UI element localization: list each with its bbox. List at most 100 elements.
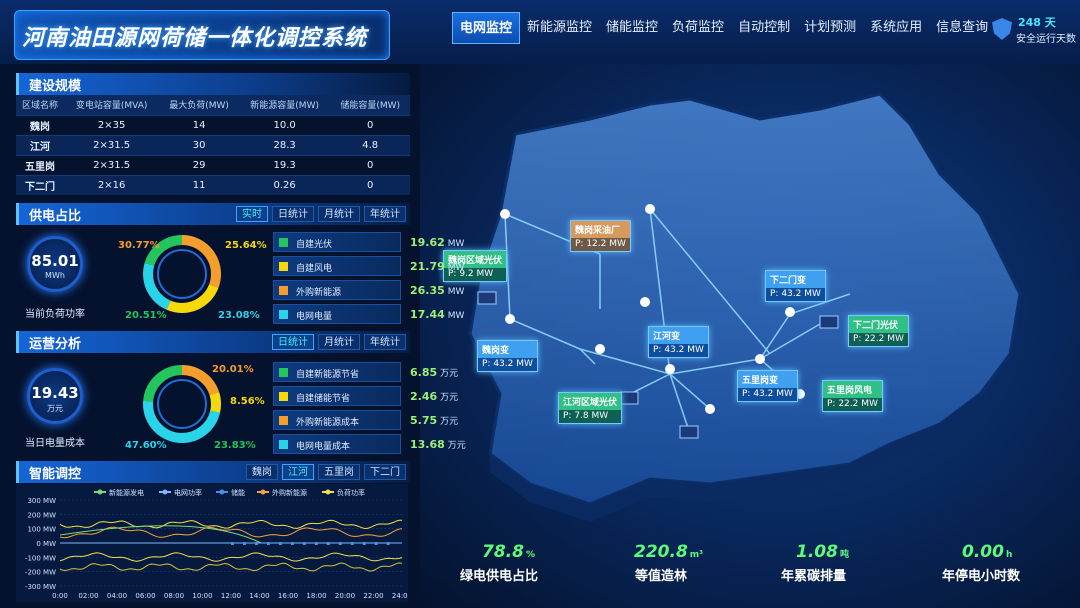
ops-title: 运营分析 bbox=[29, 337, 82, 352]
substation-icon bbox=[645, 204, 655, 214]
nav-new-energy[interactable]: 新能源监控 bbox=[520, 12, 599, 44]
tab-day[interactable]: 日统计 bbox=[272, 334, 314, 350]
map-label-weigang-oilfield[interactable]: 魏岗采油厂 P: 12.2 MW bbox=[570, 220, 631, 252]
legend-swatch bbox=[279, 310, 288, 319]
supply-title: 供电占比 bbox=[29, 209, 82, 224]
legend-swatch bbox=[279, 368, 288, 377]
legend-item: 自建光伏 19.62 MW bbox=[273, 232, 464, 252]
table-row: 魏岗 2×35 14 10.0 0 bbox=[16, 114, 410, 135]
safe-days-widget: 248 天 安全运行天数 bbox=[990, 12, 1078, 46]
map-label-xiaermen-substation[interactable]: 下二门变 P: 43.2 MW bbox=[765, 270, 826, 302]
nav-grid-monitor[interactable]: 电网监控 bbox=[452, 12, 521, 44]
safe-days-value: 248 天 bbox=[1018, 16, 1056, 29]
tab-weigang[interactable]: 魏岗 bbox=[246, 464, 278, 480]
y-tick-label: 100 MW bbox=[27, 526, 56, 534]
legend-marker bbox=[97, 489, 103, 495]
ops-pct-4: 23.83% bbox=[214, 440, 256, 451]
stat-afforestation-value: 220.8 m³ bbox=[634, 542, 704, 562]
tab-wuligang[interactable]: 五里岗 bbox=[318, 464, 360, 480]
storage-bar bbox=[362, 542, 366, 545]
x-tick-label: 14:00 bbox=[249, 592, 269, 600]
cell: 19.3 bbox=[238, 154, 331, 175]
stat-carbon-label: 年累碳排量 bbox=[781, 569, 847, 584]
legend-item: 电网电量 17.44 MW bbox=[273, 304, 464, 324]
table-row: 江河 2×31.5 30 28.3 4.8 bbox=[16, 134, 410, 155]
nav-system-app[interactable]: 系统应用 bbox=[863, 12, 929, 44]
x-tick-label: 12:00 bbox=[221, 592, 241, 600]
cell: 2×35 bbox=[64, 114, 160, 135]
series-load-lower bbox=[59, 552, 403, 562]
substation-icon bbox=[505, 314, 515, 324]
supply-pct-4: 23.08% bbox=[218, 310, 260, 321]
nav-storage[interactable]: 储能监控 bbox=[599, 12, 665, 44]
ops-pct-3: 47.60% bbox=[125, 440, 167, 451]
supply-legend: 自建光伏 19.62 MW 自建风电 21.79 MW 外购新能源 26.35 MW 电网电… bbox=[273, 232, 464, 324]
tab-month[interactable]: 月统计 bbox=[318, 334, 360, 350]
legend-marker bbox=[260, 489, 266, 495]
tab-month[interactable]: 月统计 bbox=[318, 206, 360, 222]
ops-kpi-badge: 19.43 万元 bbox=[27, 368, 83, 424]
substation-icon bbox=[705, 404, 715, 414]
x-tick-label: 22:00 bbox=[363, 592, 383, 600]
substation-icon bbox=[755, 354, 765, 364]
storage-bar bbox=[290, 542, 294, 545]
tab-year[interactable]: 年统计 bbox=[364, 334, 406, 350]
solar-panel-icon bbox=[679, 425, 699, 439]
nav-forecast[interactable]: 计划预测 bbox=[797, 12, 863, 44]
cell: 五里岗 bbox=[16, 154, 64, 175]
substation-icon bbox=[500, 209, 510, 219]
tab-day[interactable]: 日统计 bbox=[272, 206, 314, 222]
stat-green-ratio-label: 绿电供电占比 bbox=[460, 569, 539, 584]
ops-kpi-value: 19.43 bbox=[31, 384, 79, 402]
smart-title: 智能调控 bbox=[29, 467, 82, 482]
construction-title: 建设规模 bbox=[29, 79, 82, 94]
nav-load[interactable]: 负荷监控 bbox=[665, 12, 731, 44]
legend-label: 电网功率 bbox=[174, 488, 202, 497]
nav-info-query[interactable]: 信息查询 bbox=[929, 12, 995, 44]
cell: 下二门 bbox=[16, 174, 64, 195]
x-tick-label: 20:00 bbox=[335, 592, 355, 600]
legend-item: 自建储能节省 2.46 万元 bbox=[273, 386, 458, 406]
stat-outage-value: 0.00 h bbox=[962, 542, 1013, 562]
construction-table: 区域名称 变电站容量(MVA) 最大负荷(MW) 新能源容量(MW) 储能容量(… bbox=[16, 95, 410, 195]
cell: 28.3 bbox=[238, 134, 331, 155]
legend-swatch bbox=[279, 416, 288, 425]
legend-label: 储能 bbox=[231, 488, 245, 497]
map-label-jianghe-substation[interactable]: 江河变 P: 43.2 MW bbox=[648, 326, 709, 358]
x-tick-label: 16:00 bbox=[278, 592, 298, 600]
legend-marker bbox=[162, 489, 168, 495]
legend-swatch bbox=[279, 262, 288, 271]
solar-panel-icon bbox=[619, 391, 639, 405]
map-label-xiaermen-pv[interactable]: 下二门光伏 P: 22.2 MW bbox=[848, 315, 909, 347]
legend-swatch bbox=[279, 286, 288, 295]
tab-jianghe[interactable]: 江河 bbox=[282, 464, 314, 480]
cell: 2×31.5 bbox=[64, 154, 160, 175]
y-tick-label: 300 MW bbox=[27, 497, 56, 505]
x-tick-label: 04:00 bbox=[107, 592, 127, 600]
storage-bar bbox=[266, 542, 270, 545]
legend-item: 外购新能源成本 5.75 万元 bbox=[273, 410, 458, 430]
stat-outage-label: 年停电小时数 bbox=[942, 569, 1021, 584]
region-map[interactable] bbox=[420, 64, 1080, 608]
map-label-wuligang-wind[interactable]: 五里岗风电 P: 22.2 MW bbox=[822, 380, 883, 412]
storage-bar bbox=[314, 542, 318, 545]
map-label-jianghe-pv[interactable]: 江河区域光伏 P: 7.8 MW bbox=[558, 392, 623, 424]
legend-marker bbox=[219, 489, 225, 495]
cell: 0 bbox=[330, 114, 410, 135]
tab-xiaermen[interactable]: 下二门 bbox=[364, 464, 406, 480]
map-label-weigang-substation[interactable]: 魏岗变 P: 43.2 MW bbox=[477, 340, 538, 372]
table-row: 下二门 2×16 11 0.26 0 bbox=[16, 174, 410, 195]
nav-auto-control[interactable]: 自动控制 bbox=[731, 12, 797, 44]
storage-bar bbox=[278, 542, 282, 545]
tab-year[interactable]: 年统计 bbox=[364, 206, 406, 222]
map-label-wuligang-substation[interactable]: 五里岗变 P: 43.2 MW bbox=[737, 370, 798, 402]
table-row: 五里岗 2×31.5 29 19.3 0 bbox=[16, 154, 410, 175]
stat-carbon-value: 1.08 吨 bbox=[796, 542, 849, 562]
ops-legend: 自建新能源节省 6.85 万元 自建储能节省 2.46 万元 外购新能源成本 5.75 万元… bbox=[273, 362, 466, 454]
supply-pct-2: 25.64% bbox=[225, 240, 267, 251]
substation-icon bbox=[665, 364, 675, 374]
cell: 30 bbox=[159, 134, 239, 155]
storage-bar bbox=[386, 542, 390, 545]
tab-realtime[interactable]: 实时 bbox=[236, 206, 268, 222]
cell: 2×16 bbox=[64, 174, 160, 195]
